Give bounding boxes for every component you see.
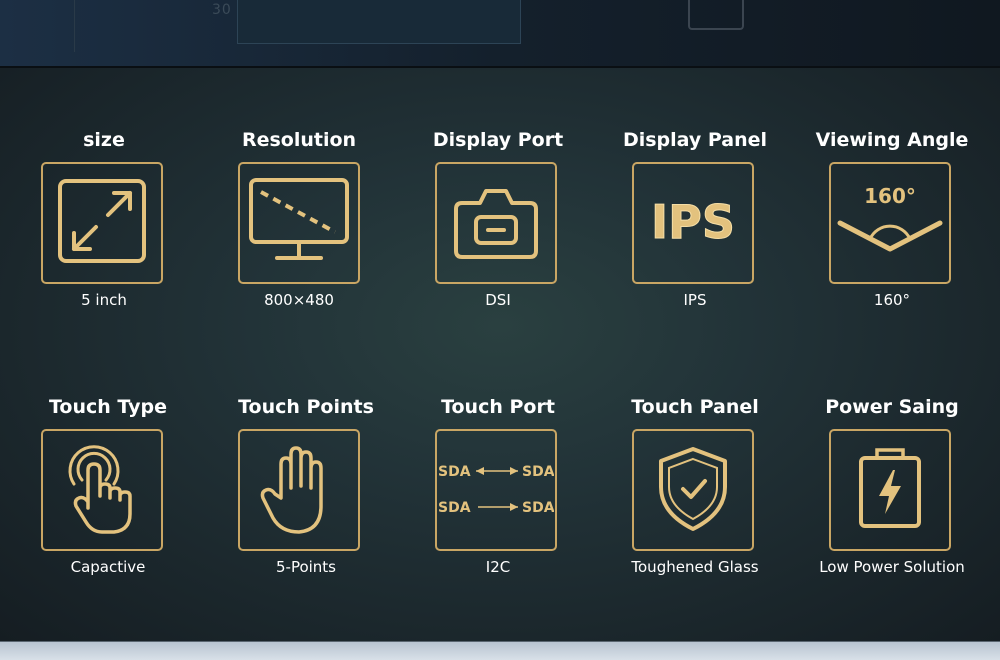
svg-text:SDA: SDA: [438, 464, 471, 480]
feature-tile: [632, 429, 754, 551]
feature-value: 800×480: [264, 291, 334, 309]
top-image-band: 30: [0, 0, 1000, 68]
feature-title: Display Port: [432, 129, 564, 151]
expand-arrows-icon: [56, 175, 148, 271]
feature-tile: [435, 162, 557, 284]
svg-text:SDA: SDA: [438, 500, 471, 516]
feature-title: Touch Panel: [631, 396, 759, 418]
ghost-panel: [237, 0, 521, 44]
feature-title: Touch Port: [441, 396, 555, 418]
svg-text:SDA: SDA: [522, 500, 554, 516]
svg-text:160°: 160°: [864, 184, 916, 208]
monitor-diagonal-icon: [247, 176, 351, 270]
feature-value: Capactive: [70, 558, 146, 576]
feature-value: 5 inch: [81, 291, 127, 309]
feature-title: Resolution: [241, 129, 357, 151]
feature-value: DSI: [485, 291, 511, 309]
camera-port-icon: [452, 181, 540, 265]
feature-tile: [238, 162, 360, 284]
spec-panel: size 5 inch Resolution 800×480 Display P…: [0, 68, 1000, 641]
feature-title: Touch Points: [238, 396, 374, 418]
ips-text-icon: IPS: [643, 191, 743, 255]
feature-title: Touch Type: [49, 396, 167, 418]
feature-value: I2C: [485, 558, 511, 576]
feature-title: size: [83, 129, 125, 151]
feature-title: Display Panel: [622, 129, 768, 151]
svg-text:SDA: SDA: [522, 464, 554, 480]
feature-value: Low Power Solution: [819, 558, 965, 576]
ghost-device-icon: [688, 0, 744, 30]
bottom-image-band: [0, 641, 1000, 660]
ghost-number: 30: [212, 2, 232, 18]
feature-tile: [41, 162, 163, 284]
feature-title: Power Saing: [825, 396, 959, 418]
feature-tile: [41, 429, 163, 551]
svg-text:IPS: IPS: [651, 195, 735, 249]
battery-bolt-icon: [855, 446, 925, 534]
feature-tile: [829, 429, 951, 551]
hand-icon: [259, 440, 339, 540]
finger-touch-icon: [62, 440, 142, 540]
viewing-angle-icon: 160°: [834, 179, 946, 267]
feature-tile: 160°: [829, 162, 951, 284]
feature-tile: [238, 429, 360, 551]
feature-value: 160°: [873, 291, 911, 309]
feature-tile: SDA SDA SDA SDA: [435, 429, 557, 551]
sda-arrows-icon: SDA SDA SDA SDA: [438, 458, 555, 522]
feature-title: Viewing Angle: [815, 129, 969, 151]
shield-check-icon: [653, 443, 733, 537]
feature-value: Toughened Glass: [631, 558, 759, 576]
feature-value: 5-Points: [275, 558, 336, 576]
feature-value: IPS: [683, 291, 707, 309]
feature-tile: IPS: [632, 162, 754, 284]
